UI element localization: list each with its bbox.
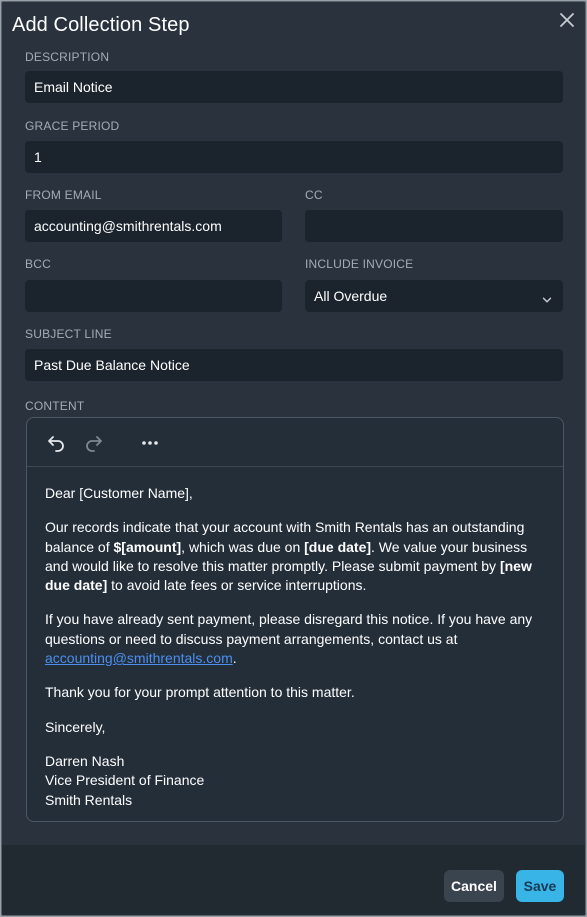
p2-text-a: If you have already sent payment, please… xyxy=(45,611,533,647)
include-invoice-select[interactable]: All Overdue xyxy=(305,280,563,312)
save-button[interactable]: Save xyxy=(516,870,564,902)
due-date-placeholder: [due date] xyxy=(304,538,372,555)
include-invoice-value: All Overdue xyxy=(314,288,388,304)
dialog-title: Add Collection Step xyxy=(12,14,190,36)
editor-toolbar xyxy=(27,418,563,467)
undo-icon[interactable] xyxy=(46,432,68,454)
signature-block: Darren Nash Vice President of Finance Sm… xyxy=(45,752,545,810)
grace-period-label: GRACE PERIOD xyxy=(25,119,120,133)
body-paragraph-2: If you have already sent payment, please… xyxy=(45,610,545,668)
more-horizontal-icon[interactable] xyxy=(139,432,161,454)
p2-text-b: . xyxy=(232,650,237,667)
cancel-button[interactable]: Cancel xyxy=(444,870,504,902)
cc-input[interactable] xyxy=(305,210,563,242)
signature-company: Smith Rentals xyxy=(45,791,133,808)
close-icon[interactable] xyxy=(557,10,577,30)
signature-name: Darren Nash xyxy=(45,752,125,769)
body-paragraph-1: Our records indicate that your account w… xyxy=(45,518,545,595)
redo-icon[interactable] xyxy=(82,432,104,454)
add-collection-step-dialog: Add Collection Step DESCRIPTION GRACE PE… xyxy=(1,1,586,916)
from-email-label: FROM EMAIL xyxy=(25,188,102,202)
subject-line-label: SUBJECT LINE xyxy=(25,327,112,341)
editor-content[interactable]: Dear [Customer Name], Our records indica… xyxy=(45,484,545,821)
greeting-paragraph: Dear [Customer Name], xyxy=(45,485,193,501)
grace-period-input[interactable] xyxy=(25,141,563,173)
from-email-input[interactable] xyxy=(25,210,282,242)
bcc-label: BCC xyxy=(25,257,51,271)
subject-line-input[interactable] xyxy=(25,349,563,381)
body-paragraph-3: Thank you for your prompt attention to t… xyxy=(45,684,355,701)
p1-text-b: , which was due on xyxy=(181,538,305,555)
closing-paragraph: Sincerely, xyxy=(45,718,106,735)
email-link[interactable]: accounting@smithrentals.com xyxy=(45,650,233,666)
dialog-footer: Cancel Save xyxy=(2,845,585,915)
cc-label: CC xyxy=(305,188,323,202)
bcc-input[interactable] xyxy=(25,280,282,312)
description-input[interactable] xyxy=(25,71,563,103)
amount-placeholder: $[amount] xyxy=(113,538,182,555)
content-label: CONTENT xyxy=(25,399,85,413)
include-invoice-label: INCLUDE INVOICE xyxy=(305,257,414,271)
content-editor[interactable]: Dear [Customer Name], Our records indica… xyxy=(26,417,564,822)
signature-title: Vice President of Finance xyxy=(45,772,205,789)
chevron-down-icon xyxy=(542,292,552,303)
description-label: DESCRIPTION xyxy=(25,50,110,64)
p1-text-d: to avoid late fees or service interrupti… xyxy=(107,577,367,594)
